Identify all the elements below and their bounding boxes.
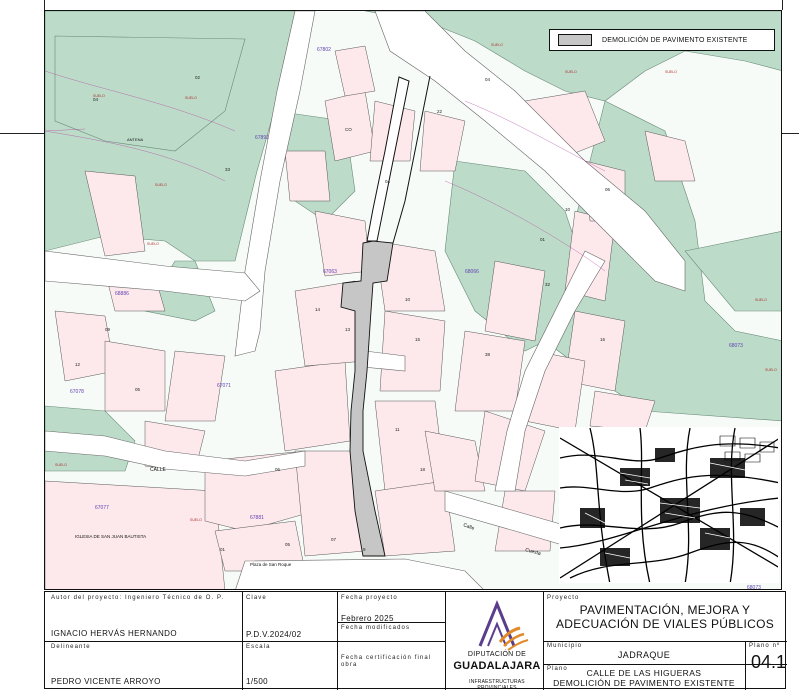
tb-divider bbox=[445, 592, 446, 690]
label-block-68066: 68066 bbox=[465, 269, 479, 275]
fecha-proyecto-label: Fecha proyecto bbox=[341, 595, 398, 601]
plano-title-line1: CALLE DE LAS HIGUERAS bbox=[586, 668, 702, 678]
logo-line2: GUADALAJARA bbox=[453, 660, 541, 672]
svg-text:14: 14 bbox=[315, 307, 321, 312]
author-name: IGNACIO HERVÁS HERNANDO bbox=[51, 629, 177, 638]
svg-text:05: 05 bbox=[135, 387, 141, 392]
inset-drawing bbox=[560, 428, 778, 582]
label-block-67063: 67063 bbox=[323, 269, 337, 275]
svg-text:32: 32 bbox=[545, 282, 551, 287]
crop-mark-top-left bbox=[44, 0, 45, 10]
logo-line1: DIPUTACIÓN DE bbox=[467, 651, 527, 658]
label-church: IGLESIA DE SAN JUAN BAUTISTA bbox=[75, 534, 146, 539]
svg-text:13: 13 bbox=[345, 327, 351, 332]
svg-text:22: 22 bbox=[437, 109, 443, 114]
tb-divider bbox=[745, 641, 746, 690]
svg-text:06: 06 bbox=[605, 187, 611, 192]
cadastral-map: IGLESIA DE SAN JUAN BAUTISTA Plaza de Sa… bbox=[44, 10, 782, 590]
label-block-67078: 67078 bbox=[70, 389, 84, 395]
legend-label-demolition: DEMOLICIÓN DE PAVIMENTO EXISTENTE bbox=[602, 36, 748, 44]
svg-text:05: 05 bbox=[285, 542, 291, 547]
svg-text:SUELO: SUELO bbox=[665, 70, 677, 74]
fecha-certificacion-label: Fecha certificación final obra bbox=[341, 655, 432, 668]
tb-divider bbox=[45, 641, 445, 642]
label-block-67881: 67881 bbox=[250, 515, 264, 521]
svg-text:SUELO: SUELO bbox=[147, 242, 159, 246]
crop-mark-left bbox=[0, 133, 44, 134]
svg-text:02: 02 bbox=[195, 75, 201, 80]
label-plaza: Plaza de San Roque bbox=[250, 562, 292, 567]
svg-text:10: 10 bbox=[405, 297, 411, 302]
svg-text:12: 12 bbox=[75, 362, 81, 367]
author-label: Autor del proyecto: Ingeniero Técnico de… bbox=[51, 595, 225, 601]
logo-line3: INFRAESTRUCTURAS PROVINCIALES bbox=[469, 679, 525, 691]
plano-n-label: Plano nº bbox=[749, 643, 781, 649]
label-block-68073: 68073 bbox=[729, 343, 743, 349]
svg-text:09: 09 bbox=[105, 327, 111, 332]
municipio-value: JADRAQUE bbox=[617, 650, 671, 660]
svg-text:SUELO: SUELO bbox=[765, 368, 777, 372]
plano-n-value: 04.1 bbox=[751, 652, 787, 672]
svg-text:SUELO: SUELO bbox=[491, 43, 503, 47]
label-antena: ANTENA bbox=[127, 137, 144, 142]
crop-mark-right bbox=[782, 133, 799, 134]
escala-value: 1/500 bbox=[246, 677, 269, 686]
legend-swatch-demolition bbox=[558, 34, 592, 46]
crop-mark-top-right bbox=[782, 0, 783, 10]
proyecto-title-line2: ADECUACIÓN DE VIALES PÚBLICOS bbox=[555, 617, 775, 631]
plano-title-line2: DEMOLICIÓN DE PAVIMENTO EXISTENTE bbox=[553, 678, 735, 688]
label-block-67891: 67891 bbox=[255, 135, 269, 141]
svg-text:18: 18 bbox=[420, 467, 426, 472]
clave-value: P.D.V.2024/02 bbox=[246, 630, 302, 639]
clave-label: Clave bbox=[246, 595, 267, 601]
proyecto-label: Proyecto bbox=[547, 595, 580, 601]
svg-text:04: 04 bbox=[485, 77, 491, 82]
label-block-67802: 67802 bbox=[317, 47, 331, 53]
svg-text:SUELO: SUELO bbox=[55, 463, 67, 467]
svg-text:SUELO: SUELO bbox=[93, 94, 105, 98]
svg-text:07: 07 bbox=[331, 537, 337, 542]
label-street-calle2: Calle bbox=[462, 522, 475, 532]
inset-location-map bbox=[559, 427, 779, 583]
svg-text:SUELO: SUELO bbox=[565, 70, 577, 74]
delineante-label: Delineante bbox=[51, 644, 91, 650]
escala-label: Escala bbox=[246, 644, 271, 650]
svg-text:06: 06 bbox=[275, 467, 281, 472]
tb-divider bbox=[543, 641, 787, 642]
label-block-67077: 67077 bbox=[95, 505, 109, 511]
svg-text:10: 10 bbox=[565, 207, 571, 212]
svg-text:SUELO: SUELO bbox=[185, 96, 197, 100]
label-block-68073b: 68073 bbox=[747, 585, 761, 590]
logo-emblem-icon bbox=[478, 600, 529, 651]
label-block-68886: 68886 bbox=[115, 291, 129, 297]
proyecto-title-line1: PAVIMENTACIÓN, MEJORA Y bbox=[579, 603, 751, 617]
svg-text:15: 15 bbox=[415, 337, 421, 342]
svg-text:CO: CO bbox=[345, 127, 352, 132]
label-street-calle: CALLE bbox=[150, 467, 167, 473]
municipio-label: Municipio bbox=[547, 643, 583, 649]
svg-text:01: 01 bbox=[220, 547, 226, 552]
svg-text:SUELO: SUELO bbox=[155, 183, 167, 187]
svg-text:SUELO: SUELO bbox=[755, 298, 767, 302]
svg-text:33: 33 bbox=[225, 167, 231, 172]
label-block-67071: 67071 bbox=[217, 383, 231, 389]
diputacion-logo: DIPUTACIÓN DE GUADALAJARA INFRAESTRUCTUR… bbox=[450, 594, 544, 691]
map-legend: DEMOLICIÓN DE PAVIMENTO EXISTENTE bbox=[549, 29, 775, 51]
svg-text:SUELO: SUELO bbox=[190, 518, 202, 522]
fecha-modificados-label: Fecha modificados bbox=[341, 625, 411, 631]
fecha-proyecto-value: Febrero 2025 bbox=[341, 614, 394, 623]
svg-text:04: 04 bbox=[385, 179, 391, 184]
svg-text:38: 38 bbox=[485, 352, 491, 357]
svg-text:01: 01 bbox=[540, 237, 546, 242]
svg-text:11: 11 bbox=[395, 427, 400, 432]
delineante-name: PEDRO VICENTE ARROYO bbox=[51, 677, 161, 686]
title-block: Autor del proyecto: Ingeniero Técnico de… bbox=[44, 591, 787, 691]
svg-text:16: 16 bbox=[600, 337, 606, 342]
